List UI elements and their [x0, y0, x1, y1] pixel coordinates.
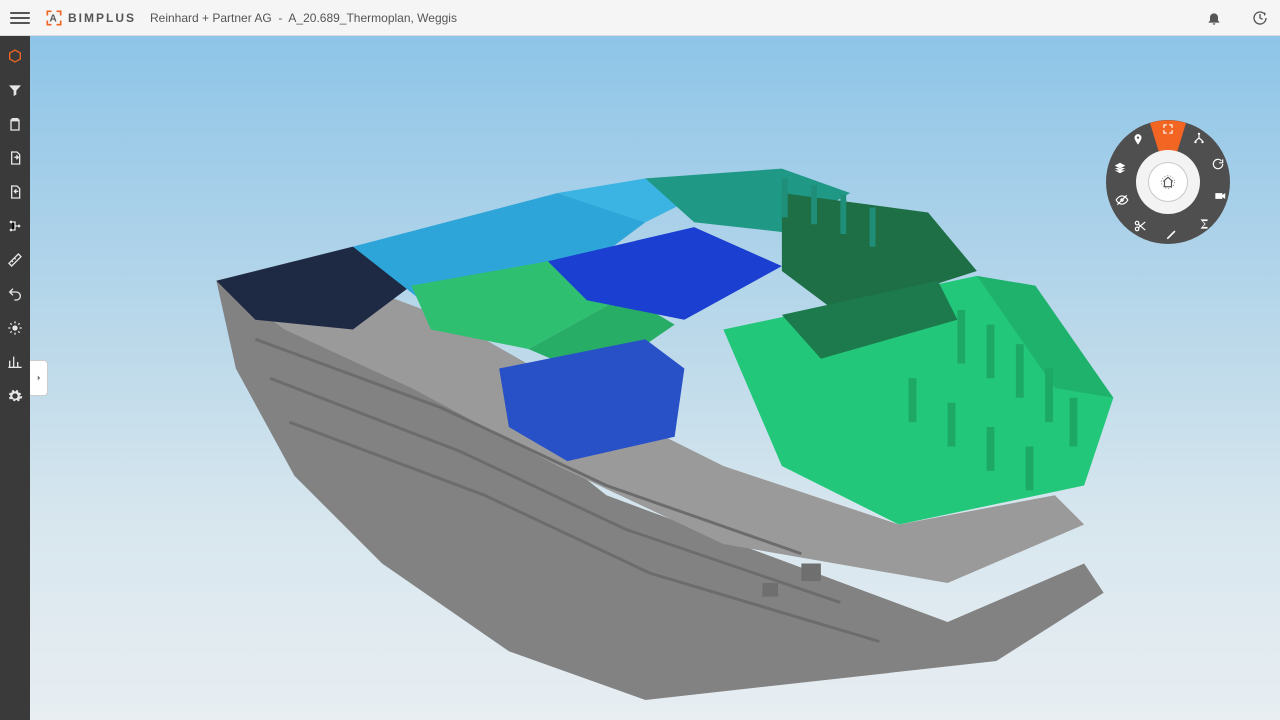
radial-fullscreen[interactable] — [1158, 119, 1178, 139]
eye-off-icon — [1115, 193, 1129, 207]
breadcrumb-project[interactable]: A_20.689_Thermoplan, Weggis — [288, 11, 457, 25]
sidebar-structure[interactable] — [5, 216, 25, 236]
sidebar-compare[interactable] — [5, 352, 25, 372]
radial-cut[interactable] — [1130, 216, 1150, 236]
document-out-icon — [7, 150, 23, 166]
filter-icon — [7, 82, 23, 98]
camera-icon — [1213, 189, 1227, 203]
chart-icon — [7, 354, 23, 370]
sidebar-measure[interactable] — [5, 250, 25, 270]
brand-logo-icon: A — [44, 8, 64, 28]
sidebar-model-explorer[interactable] — [5, 46, 25, 66]
breadcrumb: Reinhard + Partner AG - A_20.689_Thermop… — [150, 11, 457, 25]
radial-hierarchy[interactable] — [1189, 128, 1209, 148]
pin-icon — [1131, 133, 1145, 147]
sun-icon — [7, 320, 23, 336]
brand-name: BIMPLUS — [68, 11, 136, 25]
svg-text:A: A — [50, 13, 59, 24]
refresh-icon — [1211, 157, 1225, 171]
sidebar-filter[interactable] — [5, 80, 25, 100]
breadcrumb-separator: - — [278, 11, 282, 25]
layers-icon — [1113, 161, 1127, 175]
gear-icon — [7, 388, 23, 404]
radial-home[interactable] — [1148, 162, 1188, 202]
sidebar — [0, 36, 30, 720]
sidebar-undo[interactable] — [5, 284, 25, 304]
main — [0, 36, 1280, 720]
pencil-icon — [1165, 227, 1179, 241]
radial-sum[interactable] — [1194, 214, 1214, 234]
document-in-icon — [7, 184, 23, 200]
model-render — [80, 76, 1240, 700]
home-icon — [1161, 175, 1175, 189]
history-icon[interactable] — [1250, 8, 1270, 28]
radial-camera[interactable] — [1210, 186, 1230, 206]
sidebar-clipboard[interactable] — [5, 114, 25, 134]
chevron-right-icon — [34, 373, 44, 383]
sidebar-revisions[interactable] — [5, 182, 25, 202]
brand[interactable]: A BIMPLUS — [44, 8, 136, 28]
radial-menu — [1102, 116, 1234, 248]
sidebar-settings[interactable] — [5, 386, 25, 406]
viewport-3d[interactable] — [30, 36, 1280, 720]
tree-icon — [1192, 131, 1206, 145]
expand-icon — [1161, 122, 1175, 136]
notifications-icon[interactable] — [1204, 8, 1224, 28]
radial-pin[interactable] — [1128, 130, 1148, 150]
topbar: A BIMPLUS Reinhard + Partner AG - A_20.6… — [0, 0, 1280, 36]
menu-toggle[interactable] — [10, 8, 30, 28]
clipboard-icon — [7, 116, 23, 132]
radial-edit[interactable] — [1162, 224, 1182, 244]
panel-expand-handle[interactable] — [30, 360, 48, 396]
ruler-icon — [7, 252, 23, 268]
sidebar-sun[interactable] — [5, 318, 25, 338]
cube-icon — [7, 48, 23, 64]
sidebar-documents[interactable] — [5, 148, 25, 168]
radial-refresh[interactable] — [1208, 154, 1228, 174]
breadcrumb-team[interactable]: Reinhard + Partner AG — [150, 11, 272, 25]
sigma-icon — [1197, 217, 1211, 231]
undo-icon — [7, 286, 23, 302]
scissors-icon — [1133, 219, 1147, 233]
radial-layers[interactable] — [1110, 158, 1130, 178]
radial-hide[interactable] — [1112, 190, 1132, 210]
nodes-icon — [7, 218, 23, 234]
